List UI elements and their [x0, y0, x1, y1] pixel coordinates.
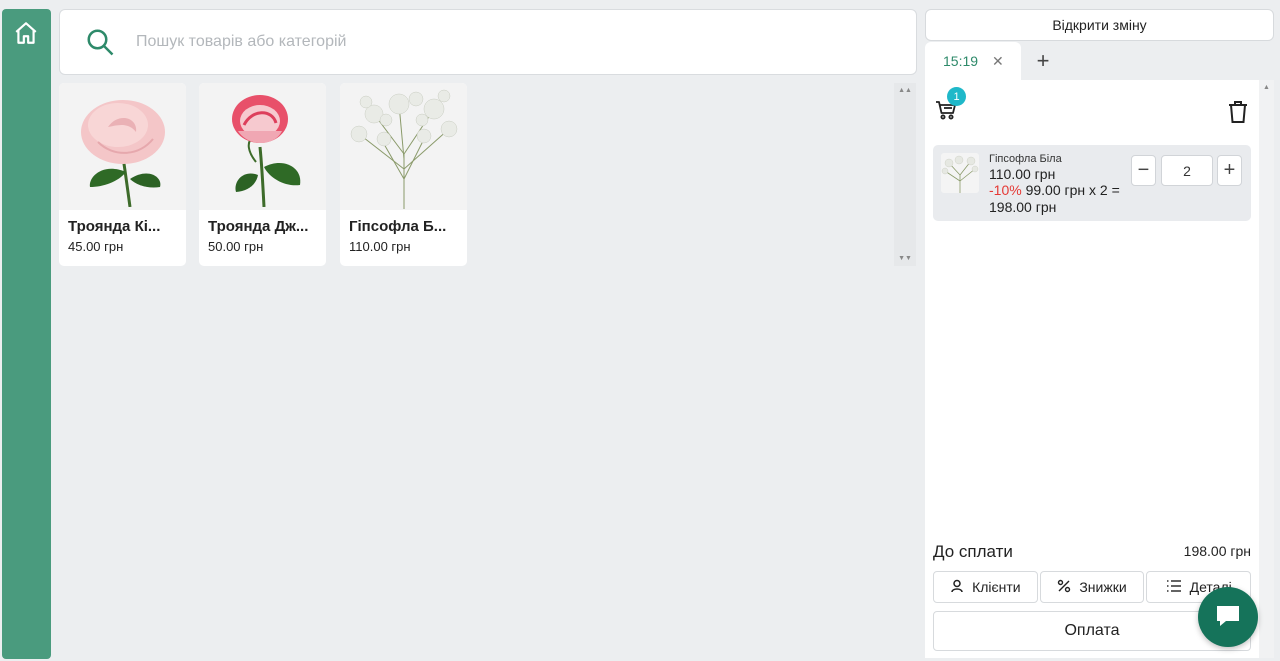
line-item-discount: -10%: [989, 182, 1022, 198]
discounts-button[interactable]: Знижки: [1039, 571, 1145, 603]
product-card[interactable]: Гіпсофла Б... 110.00 грн: [340, 83, 467, 266]
product-name: Гіпсофла Б...: [349, 218, 447, 235]
cart-line-item: Гіпсофла Біла 110.00 грн -10% 99.00 грн …: [933, 145, 1251, 221]
user-icon: [950, 579, 964, 596]
cart-panel: 1 Гіпсофла Біла 110.00 грн -10% 99.00 гр…: [925, 80, 1259, 658]
product-image-rose-pink: [59, 83, 186, 210]
product-grid: Троянда Кі... 45.00 грн Троянда Дж... 50…: [59, 83, 889, 273]
scroll-up-icon[interactable]: ▲: [1263, 84, 1270, 91]
product-price: 45.00 грн: [68, 239, 124, 254]
close-icon[interactable]: ✕: [992, 53, 1004, 70]
home-icon[interactable]: [12, 19, 40, 47]
product-image-rose-bicolor: [199, 83, 326, 210]
product-image-gypsophila: [340, 83, 467, 210]
product-card[interactable]: Троянда Дж... 50.00 грн: [199, 83, 326, 266]
discounts-label: Знижки: [1079, 579, 1127, 595]
product-card[interactable]: Троянда Кі... 45.00 грн: [59, 83, 186, 266]
chat-button[interactable]: [1198, 587, 1258, 647]
scroll-up-icon[interactable]: ▲▲: [898, 87, 912, 94]
search-icon: [84, 26, 116, 58]
total-label: До сплати: [933, 542, 1013, 561]
list-icon: [1166, 579, 1182, 596]
decrease-quantity-button[interactable]: −: [1131, 155, 1156, 186]
trash-icon[interactable]: [1227, 100, 1249, 124]
quantity-input[interactable]: [1161, 155, 1213, 186]
line-item-price: 110.00 грн: [989, 166, 1056, 182]
cart-count-badge: 1: [947, 87, 966, 106]
tab-order[interactable]: 15:19 ✕: [925, 42, 1021, 80]
add-tab-button[interactable]: +: [1021, 42, 1065, 80]
increase-quantity-button[interactable]: +: [1217, 155, 1242, 186]
order-tabs: 15:19 ✕ +: [925, 42, 1065, 80]
search-input[interactable]: [136, 27, 836, 57]
open-shift-button[interactable]: Відкрити зміну: [925, 9, 1274, 41]
total-value: 198.00 грн: [1183, 543, 1251, 559]
percent-icon: [1057, 579, 1071, 596]
product-name: Троянда Дж...: [208, 218, 309, 235]
sidebar: [2, 9, 51, 659]
line-item-thumbnail: [941, 153, 979, 193]
tab-time: 15:19: [943, 53, 979, 69]
line-item-subtotal: -10% 99.00 грн x 2 = 198.00 грн: [989, 182, 1129, 216]
chat-icon: [1213, 600, 1243, 635]
product-price: 110.00 грн: [349, 239, 411, 254]
product-name: Троянда Кі...: [68, 218, 161, 235]
cart-scrollbar[interactable]: ▲: [1259, 80, 1274, 658]
clients-button[interactable]: Клієнти: [933, 571, 1038, 603]
clients-label: Клієнти: [972, 579, 1021, 595]
scroll-down-icon[interactable]: ▼▼: [898, 255, 912, 262]
minus-icon: −: [1137, 159, 1150, 181]
plus-icon: +: [1036, 48, 1050, 73]
plus-icon: +: [1223, 159, 1236, 181]
search-bar: [59, 9, 917, 75]
grid-scrollbar[interactable]: ▲▲ ▼▼: [894, 83, 916, 266]
line-item-name: Гіпсофла Біла: [989, 153, 1062, 165]
product-price: 50.00 грн: [208, 239, 264, 254]
